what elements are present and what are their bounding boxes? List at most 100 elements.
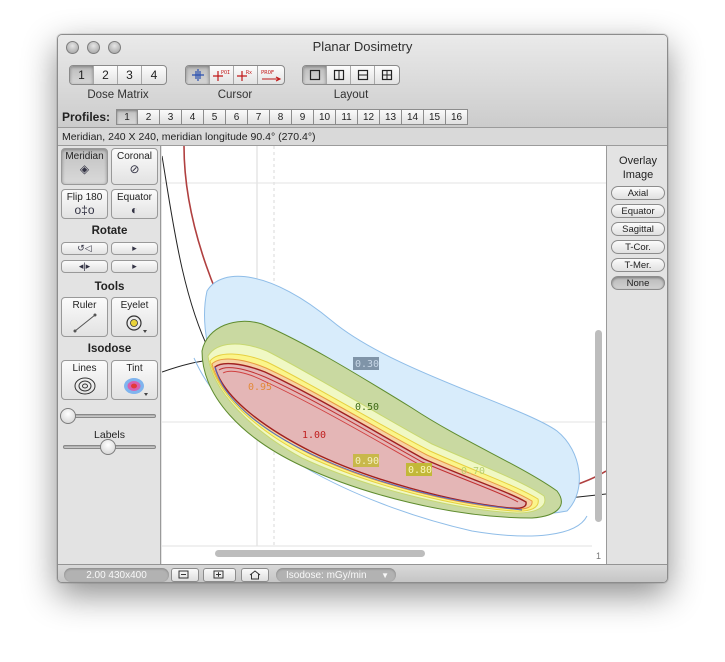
eyelet-tool-button[interactable]: Eyelet [111, 297, 158, 337]
vertical-split-icon [333, 69, 344, 81]
ruler-tool-button[interactable]: Ruler [61, 297, 108, 337]
rotate-step-right-2-button[interactable]: ▸ [111, 260, 158, 273]
opacity-slider-knob[interactable] [60, 408, 76, 424]
triangle-right-icon: ▸ [132, 261, 137, 271]
isodose-label-030: 0.30 [355, 359, 379, 370]
home-button[interactable] [241, 568, 269, 582]
poi-cursor-icon: POI [212, 70, 230, 81]
cursor-label: Cursor [217, 89, 253, 101]
profile-button-16[interactable]: 16 [446, 109, 469, 125]
layout-horizontal-split-button[interactable] [351, 66, 375, 84]
profile-button-12[interactable]: 12 [358, 109, 381, 125]
overlay-title-line-1: Overlay [619, 155, 657, 167]
profile-button-1[interactable]: 1 [116, 109, 139, 125]
isodose-tint-label: Tint [126, 363, 143, 374]
dose-matrix-option-3[interactable]: 3 [118, 66, 142, 84]
chevron-down-icon: ▼ [381, 570, 389, 580]
isodose-label-095: 0.95 [248, 382, 272, 393]
isodose-label-070: 0.70 [461, 466, 485, 477]
ruler-icon [73, 313, 96, 333]
svg-text:POI: POI [221, 70, 230, 76]
profile-button-3[interactable]: 3 [160, 109, 183, 125]
eyelet-icon [125, 315, 147, 333]
coronal-view-button[interactable]: Coronal ⊘ [111, 148, 158, 185]
layout-label: Layout [333, 89, 369, 101]
isodose-plot: 0.30 0.50 0.95 1.00 0.90 0.80 0.70 1 [162, 146, 606, 561]
profile-button-14[interactable]: 14 [402, 109, 425, 125]
flip-180-label: Flip 180 [66, 192, 103, 203]
profile-button-10[interactable]: 10 [314, 109, 337, 125]
tools-section-label: Tools [94, 281, 125, 293]
profile-button-6[interactable]: 6 [226, 109, 249, 125]
zoom-in-button[interactable] [203, 568, 236, 582]
profile-button-4[interactable]: 4 [182, 109, 205, 125]
svg-text:Rx: Rx [246, 70, 252, 76]
vertical-scrollbar-thumb[interactable] [595, 330, 602, 522]
zoom-out-button[interactable] [171, 568, 199, 582]
coronal-plane-icon: ⊘ [129, 162, 140, 176]
concentric-lines-icon [74, 377, 95, 395]
dose-canvas[interactable]: 0.30 0.50 0.95 1.00 0.90 0.80 0.70 1 [162, 146, 606, 564]
mirror-icon: ◂|▸ [78, 261, 91, 271]
meridian-view-button[interactable]: Meridian ◈ [61, 148, 108, 185]
tint-icon [123, 378, 148, 396]
isodose-section-label: Isodose [87, 343, 132, 355]
rotate-ccw-button[interactable]: ↺◁ [61, 242, 108, 255]
planar-dosimetry-window: Planar Dosimetry 1 2 3 4 Dose Matrix POI… [57, 34, 668, 583]
overlay-axial-button[interactable]: Axial [611, 186, 665, 200]
profile-button-7[interactable]: 7 [248, 109, 271, 125]
equator-icon: ◐ [130, 203, 139, 217]
isodose-tint-button[interactable]: Tint [111, 360, 158, 400]
quad-pane-icon [381, 69, 393, 81]
flip-180-button[interactable]: Flip 180 o‡o [61, 189, 108, 219]
dose-matrix-option-1[interactable]: 1 [70, 66, 94, 84]
rx-cursor-button[interactable]: Rx [234, 66, 258, 84]
svg-text:PROF: PROF [261, 70, 274, 76]
profile-cursor-icon: PROF [261, 70, 282, 82]
rotate-step-right-button[interactable]: ▸ [111, 242, 158, 255]
profile-button-15[interactable]: 15 [424, 109, 447, 125]
eyelet-label: Eyelet [120, 300, 149, 311]
profile-button-2[interactable]: 2 [138, 109, 161, 125]
overlay-sagittal-button[interactable]: Sagittal [611, 222, 665, 236]
window-title: Planar Dosimetry [312, 39, 413, 54]
crosshair-cursor-button[interactable] [186, 66, 210, 84]
profile-button-8[interactable]: 8 [270, 109, 293, 125]
flip-icon: o‡o [74, 203, 95, 217]
overlay-equator-button[interactable]: Equator [611, 204, 665, 218]
horizontal-scrollbar-thumb[interactable] [215, 550, 425, 557]
opacity-slider-track[interactable] [63, 414, 156, 418]
profile-button-11[interactable]: 11 [336, 109, 359, 125]
overlay-t-mer-button[interactable]: T-Mer. [611, 258, 665, 272]
coronal-view-label: Coronal [116, 151, 153, 162]
mirror-button[interactable]: ◂|▸ [61, 260, 108, 273]
overlay-none-button[interactable]: None [611, 276, 665, 290]
status-bar: 2.00 430x400 Isodose: mGy/min ▼ [58, 564, 667, 582]
dose-matrix-selector: 1 2 3 4 [69, 65, 167, 85]
overlay-t-cor-button[interactable]: T-Cor. [611, 240, 665, 254]
isodose-label-050: 0.50 [355, 402, 379, 413]
crosshair-icon [191, 69, 204, 81]
view-info-line: Meridian, 240 X 240, meridian longitude … [58, 127, 667, 146]
layout-single-button[interactable] [303, 66, 327, 84]
equator-view-button[interactable]: Equator ◐ [111, 189, 158, 219]
zoom-out-icon [178, 570, 189, 579]
left-tool-panel: Meridian ◈ Coronal ⊘ Flip 180 o‡o Equato… [58, 146, 161, 564]
layout-quad-button[interactable] [375, 66, 399, 84]
profile-cursor-button[interactable]: PROF [258, 66, 284, 84]
zoom-in-icon [213, 570, 223, 579]
profile-button-9[interactable]: 9 [292, 109, 315, 125]
poi-cursor-button[interactable]: POI [210, 66, 234, 84]
profile-button-5[interactable]: 5 [204, 109, 227, 125]
isodose-unit-popup[interactable]: Isodose: mGy/min ▼ [276, 568, 396, 582]
meridian-view-label: Meridian [65, 151, 104, 162]
layout-selector [302, 65, 400, 85]
meridian-plane-icon: ◈ [79, 162, 90, 176]
dose-matrix-option-2[interactable]: 2 [94, 66, 118, 84]
isodose-lines-button[interactable]: Lines [61, 360, 108, 400]
isodose-unit-value: Isodose: mGy/min [286, 569, 367, 581]
labels-slider-knob[interactable] [100, 439, 116, 455]
layout-vertical-split-button[interactable] [327, 66, 351, 84]
profile-button-13[interactable]: 13 [380, 109, 403, 125]
dose-matrix-option-4[interactable]: 4 [142, 66, 166, 84]
